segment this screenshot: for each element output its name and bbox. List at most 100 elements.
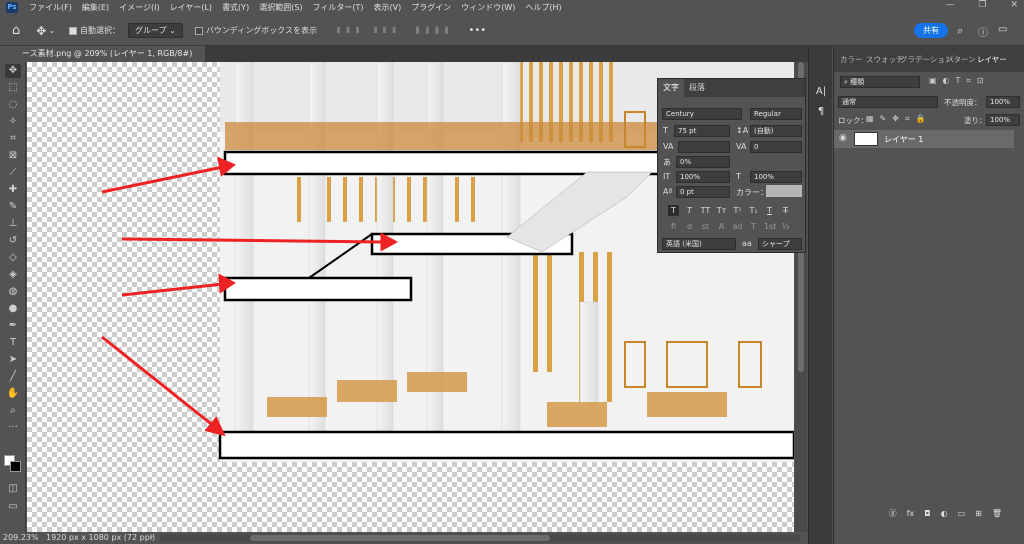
search-icon[interactable]: ⌕ xyxy=(957,24,963,38)
quick-mask-icon[interactable]: ◫ xyxy=(5,482,21,496)
tab-gradients[interactable]: グラデーション xyxy=(900,54,952,65)
faux-italic-button[interactable]: T xyxy=(684,205,695,216)
tsume-field[interactable]: 0% xyxy=(676,156,730,168)
menu-filter[interactable]: フィルター(T) xyxy=(308,2,369,13)
bbox-checkbox[interactable]: バウンディングボックスを表示 xyxy=(194,25,317,36)
font-size-field[interactable]: 75 pt xyxy=(674,125,730,137)
all-caps-button[interactable]: TT xyxy=(700,205,711,216)
text-color-swatch[interactable] xyxy=(766,185,802,197)
scroll-thumb[interactable] xyxy=(250,535,550,541)
lasso-tool-icon[interactable]: ◌ xyxy=(5,98,21,112)
vertical-scale-field[interactable]: 100% xyxy=(676,171,730,183)
trash-icon[interactable]: 🗑 xyxy=(992,509,1002,518)
move-tool-icon[interactable]: ✥ xyxy=(36,24,46,38)
visibility-eye-icon[interactable]: ◉ xyxy=(839,133,847,143)
menu-plugins[interactable]: プラグイン xyxy=(406,2,456,13)
zoom-level[interactable]: 209.23% xyxy=(3,533,39,542)
blur-tool-icon[interactable]: ◍ xyxy=(5,285,21,299)
layer-filter-select[interactable]: ⌕ 種類 xyxy=(840,76,920,88)
tab-patterns[interactable]: パターン xyxy=(946,54,976,65)
strikethrough-button[interactable]: T̶ xyxy=(780,205,791,216)
more-options-button[interactable]: ••• xyxy=(468,25,486,36)
tool-preset-dropdown[interactable]: ⌄ xyxy=(48,26,55,35)
frame-tool-icon[interactable]: ⊠ xyxy=(5,149,21,163)
auto-select-checkbox[interactable]: 自動選択： xyxy=(69,25,120,36)
link-layers-icon[interactable]: ⓖ xyxy=(889,508,897,519)
hand-tool-icon[interactable]: ✋ xyxy=(5,387,21,401)
tab-paragraph[interactable]: 段落 xyxy=(684,79,710,97)
layer-filter-icons[interactable]: ▣◐T⌗⊡ xyxy=(929,76,1019,86)
small-caps-button[interactable]: Tт xyxy=(716,205,727,216)
adjustment-icon[interactable]: ◐ xyxy=(941,509,948,518)
close-button[interactable]: ✕ xyxy=(1010,0,1018,10)
pen-tool-icon[interactable]: ✒ xyxy=(5,319,21,333)
subscript-button[interactable]: T₁ xyxy=(748,205,759,216)
brush-tool-icon[interactable]: ✎ xyxy=(5,200,21,214)
font-family-select[interactable]: Century xyxy=(662,108,742,120)
kerning-field[interactable] xyxy=(678,141,730,153)
dodge-tool-icon[interactable]: ● xyxy=(5,302,21,316)
document-info[interactable]: 1920 px x 1080 px (72 ppi) xyxy=(46,533,155,542)
menu-file[interactable]: ファイル(F) xyxy=(24,2,77,13)
alt-ligature-button[interactable]: ơ xyxy=(684,221,695,232)
fill-tool-icon[interactable]: ◈ xyxy=(5,268,21,282)
workspace-icon[interactable]: ▭ xyxy=(998,24,1007,35)
home-icon[interactable]: ⌂ xyxy=(12,23,20,38)
tab-color[interactable]: カラー xyxy=(840,54,863,65)
marquee-tool-icon[interactable]: ⬚ xyxy=(5,81,21,95)
superscript-button[interactable]: T¹ xyxy=(732,205,743,216)
group-icon[interactable]: ▭ xyxy=(958,509,966,518)
ligature-button[interactable]: fi xyxy=(668,221,679,232)
fill-field[interactable]: 100% xyxy=(986,114,1020,126)
fractions-button[interactable]: ½ xyxy=(780,221,791,232)
faux-bold-button[interactable]: T xyxy=(668,205,679,216)
menu-layer[interactable]: レイヤー(L) xyxy=(165,2,217,13)
share-button[interactable]: 共有 xyxy=(914,23,948,38)
titling-alt-button[interactable]: T xyxy=(748,221,759,232)
checkbox-icon[interactable] xyxy=(69,26,78,35)
menu-help[interactable]: ヘルプ(H) xyxy=(520,2,566,13)
minimize-button[interactable]: — xyxy=(945,0,954,10)
opacity-field[interactable]: 100% xyxy=(986,96,1020,108)
align-icons[interactable]: ⫴⫴⫴ ⫴⫴⫴ xyxy=(337,26,402,36)
stylistic-alt-button[interactable]: st xyxy=(700,221,711,232)
menu-view[interactable]: 表示(V) xyxy=(369,2,407,13)
eraser-tool-icon[interactable]: ◇ xyxy=(5,251,21,265)
antialias-select[interactable]: シャープ xyxy=(758,238,802,250)
tab-layers[interactable]: レイヤー xyxy=(977,54,1007,65)
ordinals-button[interactable]: 1st xyxy=(764,221,776,232)
horizontal-scale-field[interactable]: 100% xyxy=(750,171,802,183)
crop-tool-icon[interactable]: ⌗ xyxy=(5,132,21,146)
horizontal-scrollbar[interactable] xyxy=(160,534,800,542)
menu-window[interactable]: ウィンドウ(W) xyxy=(456,2,520,13)
menu-image[interactable]: イメージ(I) xyxy=(114,2,164,13)
tab-swatches[interactable]: スウォッチ xyxy=(866,54,904,65)
background-color-swatch[interactable] xyxy=(10,461,21,472)
menu-select[interactable]: 選択範囲(S) xyxy=(254,2,307,13)
menu-edit[interactable]: 編集(E) xyxy=(77,2,114,13)
move-tool-icon[interactable]: ✥ xyxy=(5,64,21,78)
font-style-select[interactable]: Regular xyxy=(750,108,802,120)
paragraph-panel-icon[interactable]: ¶ xyxy=(813,104,829,120)
restore-button[interactable]: ❐ xyxy=(978,0,986,10)
zoom-tool-icon[interactable]: ⌕ xyxy=(5,404,21,418)
path-select-tool-icon[interactable]: ➤ xyxy=(5,353,21,367)
type-tool-icon[interactable]: T xyxy=(5,336,21,350)
screen-mode-icon[interactable]: ▭ xyxy=(5,500,21,514)
fx-icon[interactable]: fx xyxy=(907,509,915,518)
menu-type[interactable]: 書式(Y) xyxy=(217,2,254,13)
line-tool-icon[interactable]: ╱ xyxy=(5,370,21,384)
layer-row[interactable]: ◉ レイヤー 1 xyxy=(834,130,1014,148)
history-brush-tool-icon[interactable]: ↺ xyxy=(5,234,21,248)
status-menu-icon[interactable]: › xyxy=(150,532,153,541)
underline-button[interactable]: T xyxy=(764,205,775,216)
tracking-field[interactable]: 0 xyxy=(750,141,802,153)
help-icon[interactable]: ⓘ xyxy=(978,24,988,39)
eyedropper-tool-icon[interactable]: ⟋ xyxy=(5,166,21,180)
document-tab[interactable]: ース素材.png @ 209% (レイヤー 1, RGB/8#) xyxy=(0,46,205,62)
mask-icon[interactable]: ◘ xyxy=(924,509,930,518)
leading-field[interactable]: (自動) xyxy=(750,125,802,137)
tab-character[interactable]: 文字 xyxy=(658,79,684,97)
lock-icons[interactable]: ▦✎✥⌗🔒 xyxy=(866,114,946,124)
blend-mode-select[interactable]: 通常 xyxy=(838,96,938,108)
